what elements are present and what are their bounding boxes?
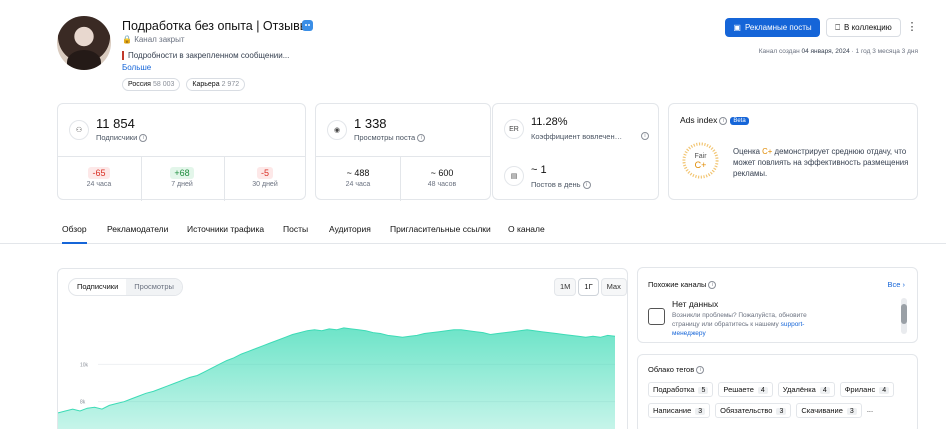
channel-status: 🔒 Канал закрыт	[122, 35, 185, 44]
section-tabs: Обзор Рекламодатели Источники трафика По…	[0, 220, 946, 244]
tag-category[interactable]: Карьера 2 972	[186, 78, 246, 91]
channel-status-text: Канал закрыт	[134, 35, 185, 44]
engagement-card: ER 11.28% Коэффициент вовлечен… i ▤ ~ 1 …	[492, 103, 659, 200]
toggle-subscribers[interactable]: Подписчики	[69, 279, 126, 295]
period-1y[interactable]: 1Г	[578, 278, 599, 296]
tab-about[interactable]: О канале	[508, 224, 545, 242]
ads-index-card: Ads index i Beta Fair C+ Оценка C+ демонст…	[668, 103, 918, 200]
similar-channels-card: Похожие каналы i Все › Нет данных Возникл…	[637, 267, 918, 343]
views-24h-label: 24 часа	[345, 181, 371, 188]
subscribers-label: Подписчики i	[96, 133, 148, 143]
period-1m[interactable]: 1M	[554, 278, 577, 296]
nodata-text: Возникли проблемы? Пожалуйста, обновите …	[672, 312, 807, 337]
info-icon[interactable]: i	[696, 366, 705, 375]
chart-line-icon	[648, 308, 665, 325]
beta-badge: Beta	[730, 116, 749, 125]
info-icon[interactable]: i	[708, 281, 717, 290]
more-link[interactable]: Больше	[122, 63, 151, 72]
tab-posts[interactable]: Посты	[283, 224, 308, 242]
delta-7d-label: 7 дней	[171, 181, 193, 188]
tab-traffic-sources[interactable]: Источники трафика	[187, 224, 264, 242]
posts-label: Постов в день i	[531, 180, 591, 190]
cloud-tag[interactable]: Написание 3	[648, 403, 711, 418]
toggle-views[interactable]: Просмотры	[126, 279, 182, 295]
info-icon[interactable]: i	[641, 132, 649, 140]
tag-cloud-list: Подработка 5 Решаете 4 Удалёнка 4 Фриланс 4 …	[648, 382, 910, 418]
views-48h-label: 48 часов	[427, 181, 457, 188]
delta-30d-label: 30 дней	[252, 181, 278, 188]
delta-24h-label: 24 часа	[86, 181, 112, 188]
subscribers-area	[58, 327, 615, 429]
more-menu-button[interactable]: ⋮	[906, 18, 918, 37]
subscribers-value: 11 854	[96, 116, 135, 131]
cloud-ellipsis: ...	[866, 405, 874, 414]
tag-cloud-title: Облако тегов i	[648, 365, 705, 375]
tab-audience[interactable]: Аудитория	[329, 224, 371, 242]
views-48h: ~ 600	[430, 168, 454, 178]
views-label: Просмотры поста i	[354, 133, 426, 143]
bot-icon	[302, 20, 313, 31]
y-tick-label: 10k	[80, 362, 89, 368]
similar-all-link[interactable]: Все ›	[887, 280, 905, 289]
tab-invite-links[interactable]: Пригласительные ссылки	[390, 224, 491, 242]
ads-index-grade: Fair C+	[694, 153, 707, 170]
info-icon[interactable]: i	[139, 134, 148, 143]
tab-advertisers[interactable]: Рекламодатели	[107, 224, 168, 242]
er-icon: ER	[504, 119, 524, 139]
tag-cloud-card: Облако тегов i Подработка 5 Решаете 4 Удалё…	[637, 354, 918, 429]
add-to-collection-button[interactable]: ⎕ В коллекцию	[826, 18, 901, 37]
info-icon[interactable]: i	[417, 134, 426, 143]
tag-country[interactable]: Россия 58 003	[122, 78, 181, 91]
metric-toggle: Подписчики Просмотры	[68, 278, 183, 296]
period-max[interactable]: Max	[600, 278, 627, 296]
channel-header: Подработка без опыта | Отзывы 🔒 Канал за…	[0, 0, 946, 100]
channel-description: Подробности в закрепленном сообщении...	[122, 51, 289, 60]
megaphone-icon: ▣	[733, 23, 741, 32]
eye-icon: ◉	[327, 120, 347, 140]
bookmark-icon: ⎕	[835, 22, 841, 32]
subscribers-chart-panel: 10k 8k Подписчики Просмотры 1M 1Г Max	[57, 268, 628, 429]
similar-title: Похожие каналы i	[648, 280, 717, 290]
channel-avatar[interactable]	[57, 16, 111, 70]
nodata-title: Нет данных	[672, 299, 719, 309]
channel-title: Подработка без опыта | Отзывы	[122, 19, 309, 33]
created-info: Канал создан 04 января, 2024 · 1 год 3 м…	[758, 48, 918, 55]
ads-index-title: Ads index i Beta	[680, 115, 749, 125]
views-card: ◉ 1 338 Просмотры поста i ~ 488 24 часа ~…	[315, 103, 491, 201]
info-icon[interactable]: i	[719, 116, 728, 125]
channel-tags: Россия 58 003 Карьера 2 972	[122, 78, 246, 91]
ads-index-description: Оценка C+ демонстрирует среднюю отдачу, …	[733, 147, 909, 178]
tab-overview[interactable]: Обзор	[62, 224, 87, 244]
delta-24h: -65	[69, 167, 129, 179]
y-tick-label: 8k	[80, 400, 86, 406]
ads-posts-button[interactable]: ▣ Рекламные посты	[725, 18, 820, 37]
scrollbar[interactable]	[901, 298, 907, 334]
subscribers-card: ⚇ 11 854 Подписчики i -65 24 часа +68 7 д…	[57, 103, 306, 201]
info-icon[interactable]: i	[582, 181, 591, 190]
cloud-tag[interactable]: Фриланс 4	[839, 382, 895, 397]
posts-value: ~ 1	[531, 164, 547, 176]
period-selector: 1M 1Г Max	[554, 278, 627, 296]
views-24h: ~ 488	[346, 168, 370, 178]
er-value: 11.28%	[531, 116, 568, 128]
cloud-tag[interactable]: Решаете 4	[718, 382, 773, 397]
document-icon: ▤	[504, 166, 524, 186]
cloud-tag[interactable]: Подработка 5	[648, 382, 714, 397]
er-label: Коэффициент вовлечен…	[531, 132, 623, 141]
cloud-tag[interactable]: Обязательство 3	[715, 403, 792, 418]
views-value: 1 338	[354, 116, 387, 131]
delta-7d: +68	[152, 167, 212, 179]
cloud-tag[interactable]: Скачивание 3	[796, 403, 862, 418]
cloud-tag[interactable]: Удалёнка 4	[777, 382, 835, 397]
users-icon: ⚇	[69, 120, 89, 140]
delta-30d: -5	[235, 167, 295, 179]
